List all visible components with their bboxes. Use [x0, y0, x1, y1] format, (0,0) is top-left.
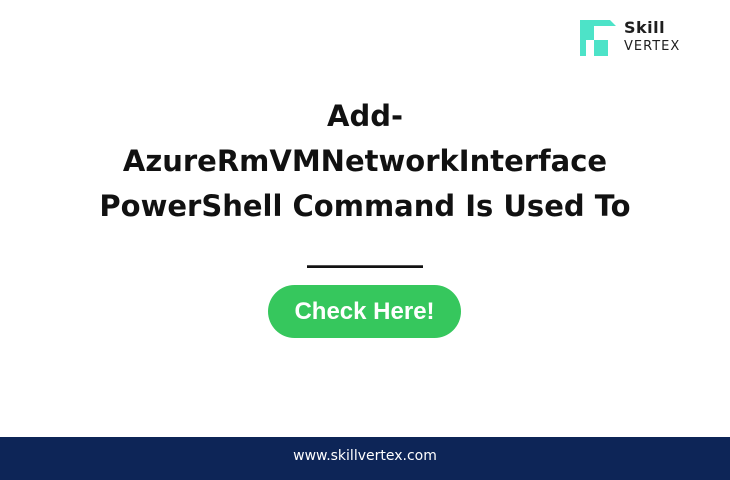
footer-website-link[interactable]: www.skillvertex.com	[293, 448, 437, 464]
logo-text-skill: Skill	[624, 18, 666, 37]
footer-bar: www.skillvertex.com	[0, 437, 730, 480]
title-blank-line: ________	[307, 234, 423, 268]
title-line-3: PowerShell Command Is Used To	[99, 189, 631, 223]
skillvertex-logo-icon	[580, 20, 616, 56]
page-title: Add- AzureRmVMNetworkInterface PowerShel…	[40, 94, 690, 274]
check-here-button[interactable]: Check Here!	[268, 285, 461, 338]
title-line-1: Add-	[327, 99, 403, 133]
logo-wordmark: Skill VERTEX	[624, 18, 681, 54]
brand-logo: Skill VERTEX	[576, 14, 700, 62]
title-line-2: AzureRmVMNetworkInterface	[122, 144, 608, 178]
logo-text-vertex: VERTEX	[624, 39, 681, 54]
